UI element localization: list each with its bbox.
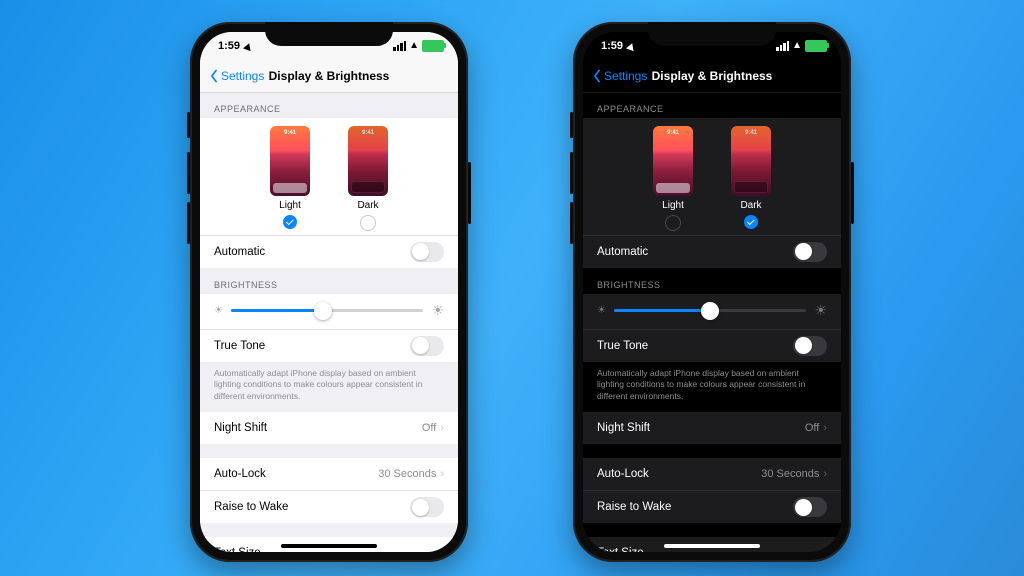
automatic-toggle[interactable]	[793, 242, 827, 262]
battery-icon	[805, 40, 827, 52]
row-label: Text Size	[597, 547, 644, 552]
row-value: 30 Seconds	[378, 468, 436, 480]
page-title: Display & Brightness	[200, 69, 458, 83]
appearance-header: APPEARANCE	[583, 92, 841, 118]
true-tone-toggle[interactable]	[410, 336, 444, 356]
automatic-row[interactable]: Automatic	[583, 235, 841, 268]
appearance-label: Dark	[357, 200, 378, 211]
location-icon	[626, 41, 636, 50]
dark-mode-preview: 9:41	[348, 126, 388, 196]
brightness-slider-row: ☀ ☀	[200, 294, 458, 329]
battery-icon	[422, 40, 444, 52]
true-tone-footnote: Automatically adapt iPhone display based…	[583, 362, 841, 412]
brightness-slider[interactable]	[614, 309, 806, 312]
light-mode-preview: 9:41	[270, 126, 310, 196]
chevron-right-icon: ›	[823, 468, 827, 480]
row-label: Auto-Lock	[597, 468, 649, 480]
status-time: 1:59	[218, 40, 240, 52]
notch	[648, 22, 776, 46]
appearance-panel: 9:41 Light 9:41 Dark	[583, 118, 841, 235]
radio-unselected-icon	[360, 215, 376, 231]
appearance-option-dark[interactable]: 9:41 Dark	[348, 126, 388, 231]
row-label: Auto-Lock	[214, 468, 266, 480]
sun-max-icon: ☀	[814, 302, 827, 319]
row-value: Off	[422, 422, 436, 434]
status-time: 1:59	[601, 40, 623, 52]
appearance-header: APPEARANCE	[200, 92, 458, 118]
page-title: Display & Brightness	[583, 69, 841, 83]
home-indicator[interactable]	[664, 544, 760, 548]
chevron-right-icon: ›	[440, 422, 444, 434]
row-label: True Tone	[214, 340, 265, 352]
auto-lock-row[interactable]: Auto-Lock 30 Seconds ›	[583, 458, 841, 490]
night-shift-row[interactable]: Night Shift Off ›	[583, 412, 841, 444]
cell-signal-icon	[393, 41, 406, 51]
wifi-icon: ▲	[792, 40, 802, 51]
appearance-option-dark[interactable]: 9:41 Dark	[731, 126, 771, 231]
radio-selected-icon	[283, 215, 297, 229]
sun-min-icon: ☀	[214, 305, 223, 316]
chevron-right-icon: ›	[440, 547, 444, 552]
raise-to-wake-row[interactable]: Raise to Wake	[200, 490, 458, 523]
appearance-option-light[interactable]: 9:41 Light	[270, 126, 310, 231]
raise-to-wake-toggle[interactable]	[793, 497, 827, 517]
sun-max-icon: ☀	[431, 302, 444, 319]
row-label: Automatic	[597, 246, 648, 258]
brightness-slider-row: ☀ ☀	[583, 294, 841, 329]
radio-unselected-icon	[665, 215, 681, 231]
home-indicator[interactable]	[281, 544, 377, 548]
appearance-option-light[interactable]: 9:41 Light	[653, 126, 693, 231]
chevron-right-icon: ›	[823, 547, 827, 552]
dark-mode-preview: 9:41	[731, 126, 771, 196]
notch	[265, 22, 393, 46]
nav-bar: Settings Display & Brightness	[200, 60, 458, 93]
appearance-label: Light	[279, 200, 301, 211]
brightness-header: BRIGHTNESS	[200, 268, 458, 294]
raise-to-wake-row[interactable]: Raise to Wake	[583, 490, 841, 523]
light-mode-preview: 9:41	[653, 126, 693, 196]
true-tone-toggle[interactable]	[793, 336, 827, 356]
chevron-right-icon: ›	[440, 468, 444, 480]
appearance-label: Light	[662, 200, 684, 211]
iphone-light-mode: 1:59 ▲ Settings Display & Brightness APP…	[190, 22, 468, 562]
row-label: Night Shift	[214, 422, 267, 434]
automatic-toggle[interactable]	[410, 242, 444, 262]
automatic-row[interactable]: Automatic	[200, 235, 458, 268]
appearance-label: Dark	[740, 200, 761, 211]
iphone-dark-mode: 1:59 ▲ Settings Display & Brightness APP…	[573, 22, 851, 562]
row-label: Automatic	[214, 246, 265, 258]
cell-signal-icon	[776, 41, 789, 51]
true-tone-row[interactable]: True Tone	[583, 329, 841, 362]
row-label: Raise to Wake	[214, 501, 288, 513]
true-tone-footnote: Automatically adapt iPhone display based…	[200, 362, 458, 412]
brightness-slider[interactable]	[231, 309, 423, 312]
radio-selected-icon	[744, 215, 758, 229]
row-value: Off	[805, 422, 819, 434]
row-label: Raise to Wake	[597, 501, 671, 513]
raise-to-wake-toggle[interactable]	[410, 497, 444, 517]
chevron-right-icon: ›	[823, 422, 827, 434]
appearance-panel: 9:41 Light 9:41 Dark	[200, 118, 458, 235]
location-icon	[243, 41, 253, 50]
wifi-icon: ▲	[409, 40, 419, 51]
nav-bar: Settings Display & Brightness	[583, 60, 841, 93]
row-label: True Tone	[597, 340, 648, 352]
row-value: 30 Seconds	[761, 468, 819, 480]
brightness-header: BRIGHTNESS	[583, 268, 841, 294]
sun-min-icon: ☀	[597, 305, 606, 316]
row-label: Text Size	[214, 547, 261, 552]
row-label: Night Shift	[597, 422, 650, 434]
true-tone-row[interactable]: True Tone	[200, 329, 458, 362]
night-shift-row[interactable]: Night Shift Off ›	[200, 412, 458, 444]
auto-lock-row[interactable]: Auto-Lock 30 Seconds ›	[200, 458, 458, 490]
